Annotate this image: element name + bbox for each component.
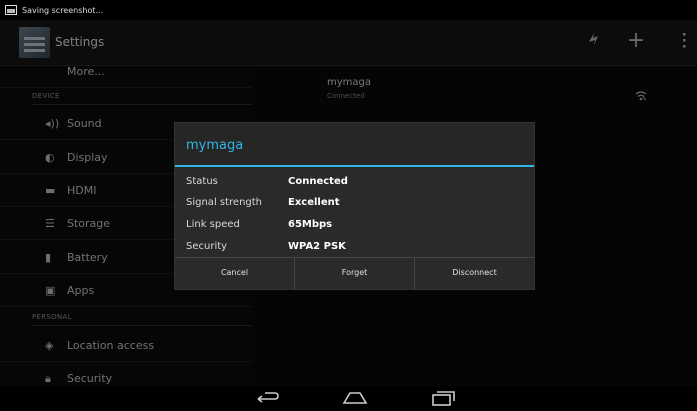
row-value: WPA2 PSK: [288, 241, 346, 252]
dialog-title: mymaga: [186, 138, 244, 153]
status-bar: Saving screenshot...: [0, 0, 697, 20]
row-value: 65Mbps: [288, 219, 333, 230]
forget-button[interactable]: Forget: [295, 258, 415, 290]
row-value: Excellent: [288, 197, 340, 208]
link-speed-row: Link speed 65Mbps: [186, 216, 526, 236]
signal-strength-row: Signal strength Excellent: [186, 194, 526, 214]
screenshot-icon: [5, 5, 17, 15]
disconnect-button[interactable]: Disconnect: [415, 258, 534, 290]
recent-apps-icon[interactable]: [430, 389, 456, 411]
dialog-header: mymaga: [175, 123, 534, 167]
security-row: Security WPA2 PSK: [186, 238, 526, 258]
wifi-details-dialog: mymaga Status Connected Signal strength …: [174, 122, 535, 290]
cancel-button[interactable]: Cancel: [175, 258, 295, 290]
row-label: Status: [186, 176, 218, 187]
row-label: Link speed: [186, 219, 240, 230]
status-row: Status Connected: [186, 173, 526, 193]
dialog-button-bar: Cancel Forget Disconnect: [175, 257, 534, 290]
row-value: Connected: [288, 176, 348, 187]
row-label: Signal strength: [186, 197, 263, 208]
back-icon[interactable]: [255, 390, 281, 410]
row-label: Security: [186, 241, 228, 252]
home-icon[interactable]: [341, 390, 369, 410]
navigation-bar: [0, 386, 697, 411]
status-text: Saving screenshot...: [22, 5, 104, 15]
